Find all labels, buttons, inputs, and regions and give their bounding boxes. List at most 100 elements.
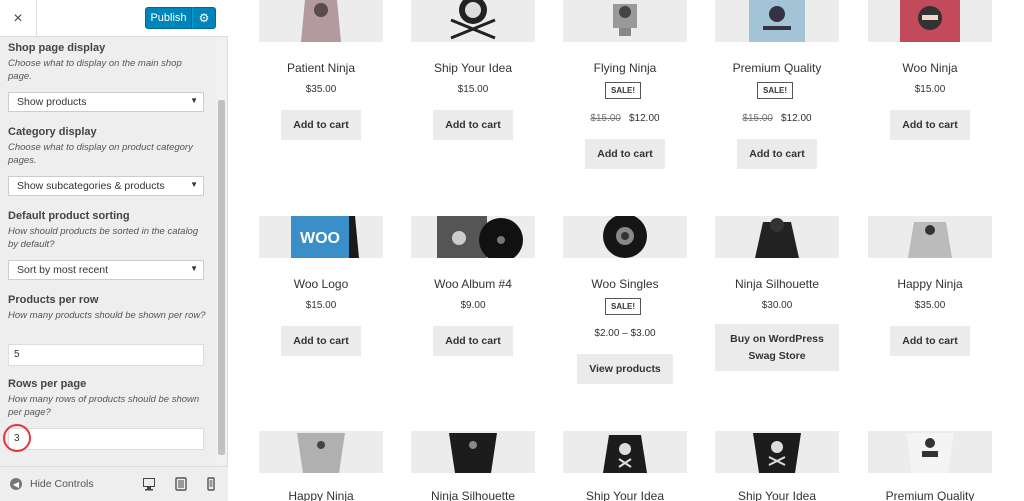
product-image[interactable] (411, 431, 535, 473)
shop-page-display-title: Shop page display (8, 42, 106, 54)
product-sorting-value: Sort by most recent (17, 264, 109, 276)
product-image[interactable] (715, 0, 839, 42)
product-name[interactable]: Woo Ninja (848, 61, 1012, 75)
add-to-cart-button[interactable]: Add to cart (890, 326, 970, 356)
product-price: $15.00 (914, 84, 946, 95)
product-name[interactable]: Happy Ninja (848, 277, 1012, 291)
sidebar-footer: ◀ Hide Controls (0, 466, 228, 501)
collapse-icon: ◀ (10, 478, 22, 490)
product-image[interactable] (868, 431, 992, 473)
chevron-down-icon: ▼ (190, 180, 198, 189)
category-display-section: Category display Choose what to display … (8, 126, 206, 196)
product-image[interactable] (715, 216, 839, 258)
sale-price: $12.00 (629, 113, 660, 124)
product-price: $15.00 $12.00 (543, 113, 707, 124)
hide-controls-label: Hide Controls (30, 478, 94, 490)
product-name[interactable]: Ninja Silhouette (391, 489, 555, 501)
product-name[interactable]: Ship Your Idea (695, 489, 859, 501)
product-name[interactable]: Ship Your Idea (543, 489, 707, 501)
add-to-cart-button[interactable]: Add to cart (281, 110, 361, 140)
product-image[interactable] (868, 0, 992, 42)
desktop-preview-icon[interactable] (142, 477, 156, 491)
chevron-down-icon: ▼ (190, 264, 198, 273)
add-to-cart-button[interactable]: Add to cart (433, 110, 513, 140)
product-image[interactable] (411, 216, 535, 258)
product-image[interactable] (715, 431, 839, 473)
sale-badge: SALE! (605, 82, 641, 99)
product-name[interactable]: Ship Your Idea (391, 61, 555, 75)
sale-badge: SALE! (757, 82, 793, 99)
product-price: $35.00 (305, 84, 337, 95)
product-sorting-select[interactable]: Sort by most recent ▼ (8, 260, 204, 280)
publish-button[interactable]: Publish (145, 7, 192, 29)
products-per-row-desc: How many products should be shown per ro… (8, 310, 206, 321)
shop-page-display-value: Show products (17, 96, 87, 108)
product-name[interactable]: Ninja Silhouette (695, 277, 859, 291)
products-per-row-section: Products per row How many products shoul… (8, 294, 206, 366)
close-icon: × (13, 9, 23, 27)
highlight-annotation (3, 424, 31, 452)
add-to-cart-button[interactable]: Add to cart (281, 326, 361, 356)
products-per-row-title: Products per row (8, 294, 99, 306)
rows-per-page-desc: How many rows of products should be show… (8, 394, 200, 418)
product-price: $15.00 (457, 84, 489, 95)
hide-controls-button[interactable]: ◀ Hide Controls (10, 478, 94, 490)
add-to-cart-button[interactable]: Add to cart (585, 139, 665, 169)
add-to-cart-button[interactable]: Add to cart (433, 326, 513, 356)
buy-external-button[interactable]: Buy on WordPress Swag Store (715, 324, 839, 371)
product-name[interactable]: Happy Ninja (239, 489, 403, 501)
tablet-preview-icon[interactable] (174, 477, 188, 491)
product-image[interactable] (259, 0, 383, 42)
product-name[interactable]: Premium Quality (695, 61, 859, 75)
product-name[interactable]: Woo Singles (543, 277, 707, 291)
scrollbar-thumb[interactable] (218, 100, 225, 455)
product-image[interactable] (259, 431, 383, 473)
product-price: $2.00 – $3.00 (594, 328, 656, 339)
gear-icon: ⚙ (198, 11, 210, 25)
product-price: $30.00 (761, 300, 793, 311)
shop-page-display-select[interactable]: Show products ▼ (8, 92, 204, 112)
mobile-preview-icon[interactable] (204, 477, 218, 491)
product-price: $15.00 $12.00 (695, 113, 859, 124)
shop-page-display-section: Shop page display Choose what to display… (8, 42, 206, 112)
category-display-desc: Choose what to display on product catego… (8, 142, 193, 166)
product-sorting-title: Default product sorting (8, 210, 130, 222)
category-display-value: Show subcategories & products (17, 180, 165, 192)
add-to-cart-button[interactable]: Add to cart (737, 139, 817, 169)
old-price: $15.00 (742, 113, 773, 124)
category-display-title: Category display (8, 126, 97, 138)
sale-badge: SALE! (605, 298, 641, 315)
sale-price: $12.00 (781, 113, 812, 124)
rows-per-page-input[interactable]: 3 (8, 428, 204, 450)
category-display-select[interactable]: Show subcategories & products ▼ (8, 176, 204, 196)
view-products-button[interactable]: View products (577, 354, 673, 384)
chevron-down-icon: ▼ (190, 96, 198, 105)
product-name[interactable]: Premium Quality (848, 489, 1012, 501)
customizer-sidebar: × Publish ⚙ Shop page display Choose wha… (0, 0, 228, 501)
sidebar-controls: Shop page display Choose what to display… (0, 37, 214, 465)
product-price: $9.00 (460, 300, 486, 311)
sidebar-scrollbar[interactable] (216, 37, 227, 465)
shop-preview: Patient Ninja $35.00 Add to cart Ship Yo… (228, 0, 1024, 501)
shop-page-display-desc: Choose what to display on the main shop … (8, 58, 182, 82)
product-image[interactable] (411, 0, 535, 42)
woo-logo-text: WOO (300, 230, 340, 247)
product-price: $35.00 (914, 300, 946, 311)
product-name[interactable]: Woo Album #4 (391, 277, 555, 291)
rows-per-page-title: Rows per page (8, 378, 87, 390)
product-name[interactable]: Flying Ninja (543, 61, 707, 75)
add-to-cart-button[interactable]: Add to cart (890, 110, 970, 140)
product-sorting-desc: How should products be sorted in the cat… (8, 226, 199, 250)
products-per-row-input[interactable]: 5 (8, 344, 204, 366)
publish-settings-button[interactable]: ⚙ (192, 7, 216, 29)
product-image[interactable]: WOO (259, 216, 383, 258)
product-image[interactable] (868, 216, 992, 258)
product-name[interactable]: Patient Ninja (239, 61, 403, 75)
product-image[interactable] (563, 216, 687, 258)
publish-group: Publish ⚙ (145, 7, 216, 29)
product-image[interactable] (563, 0, 687, 42)
close-button[interactable]: × (0, 0, 37, 37)
old-price: $15.00 (590, 113, 621, 124)
product-name[interactable]: Woo Logo (239, 277, 403, 291)
product-image[interactable] (563, 431, 687, 473)
